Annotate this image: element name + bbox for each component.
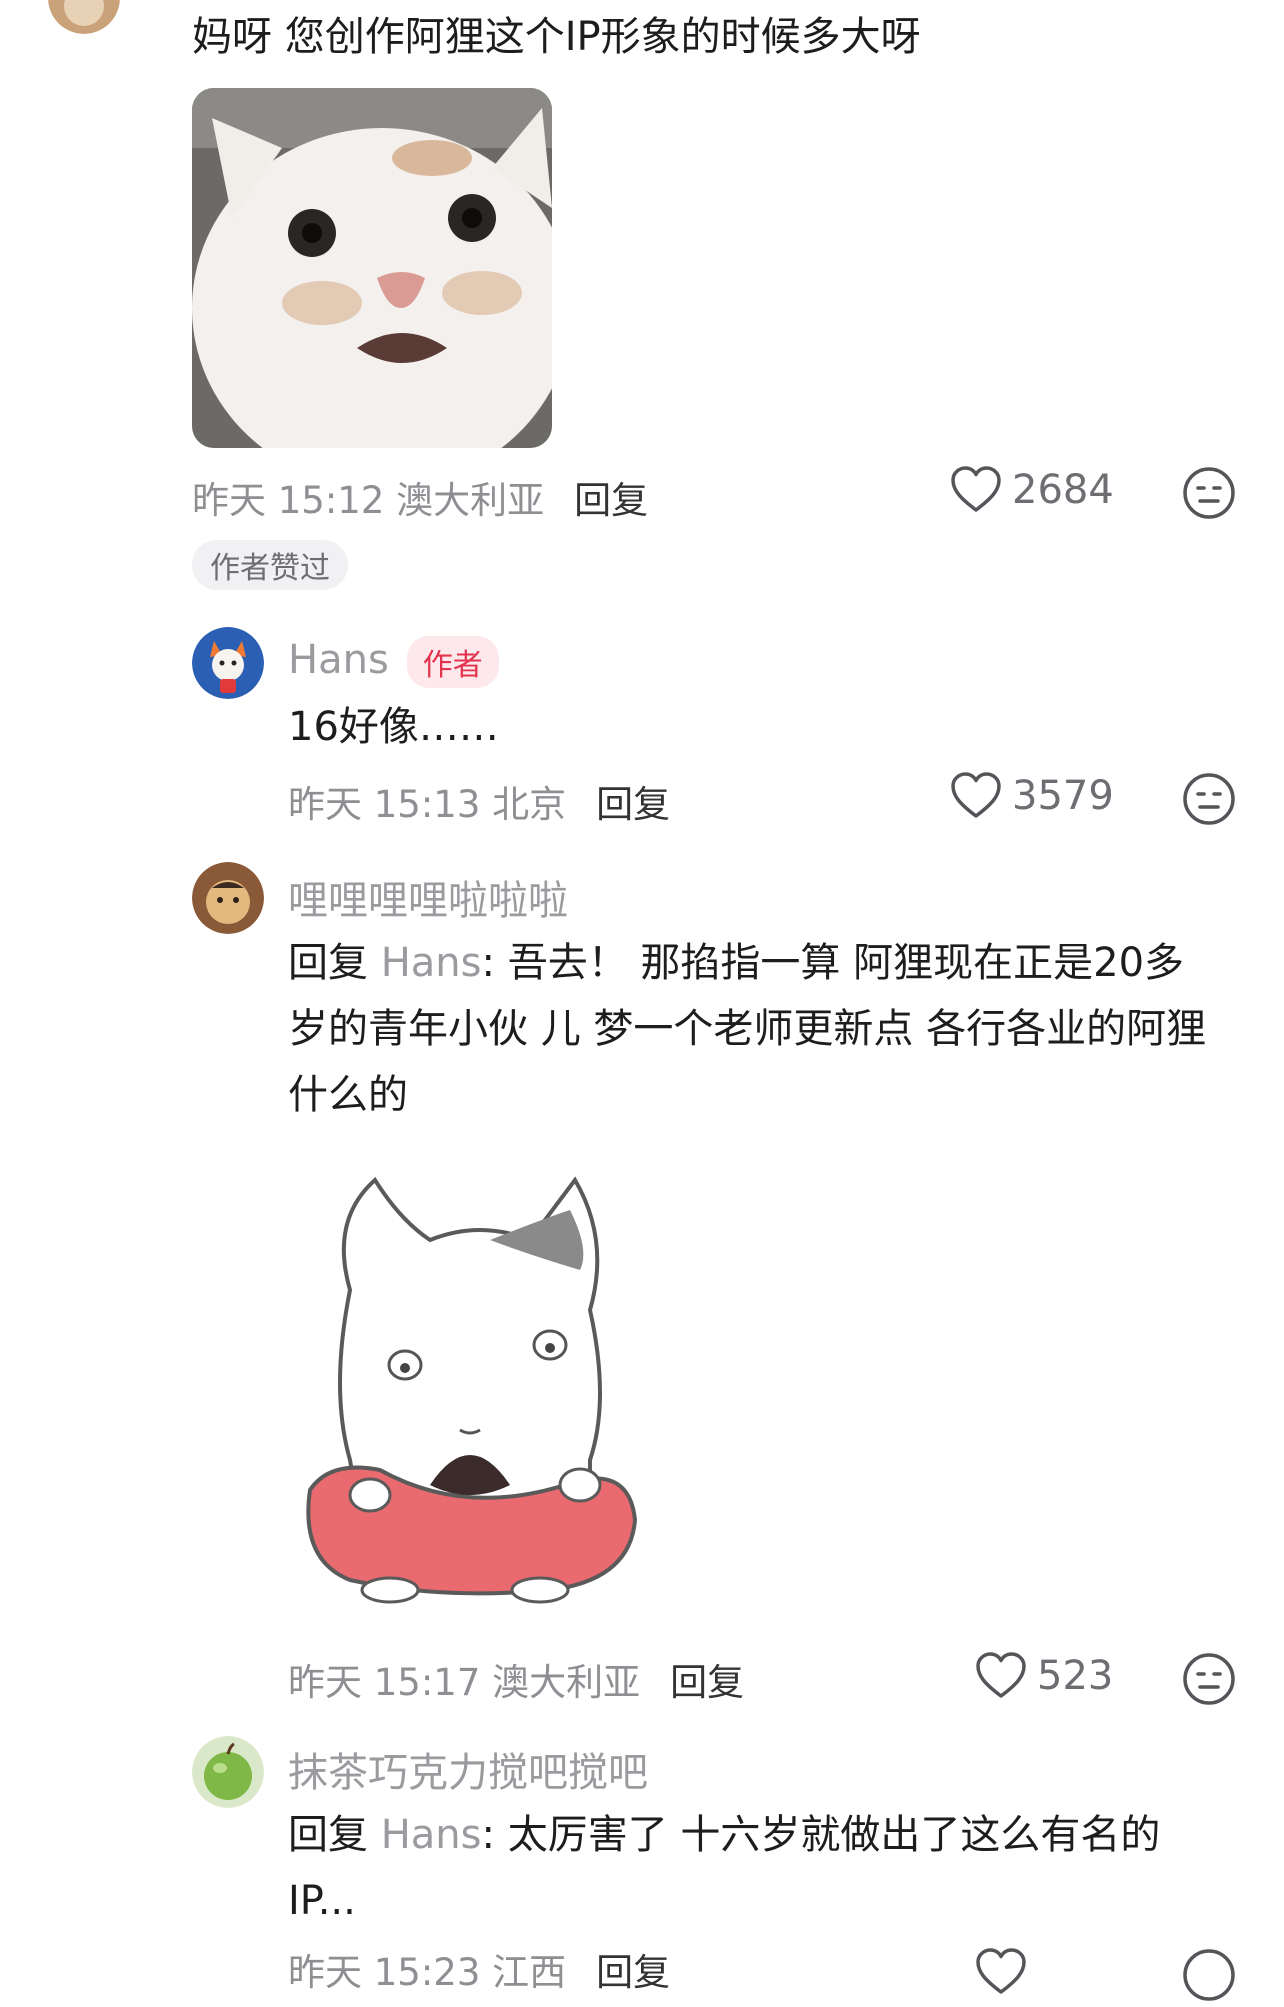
comment-meta: 昨天 15:17 澳大利亚 回复 xyxy=(288,1652,744,1706)
comment-line-3: 什么的 xyxy=(288,1072,408,1118)
like-count: 523 xyxy=(1037,1653,1114,1699)
comment-time-location: 昨天 15:17 澳大利亚 xyxy=(288,1661,641,1704)
reply-button[interactable]: 回复 xyxy=(596,783,670,826)
comment-line-2: 岁的青年小伙 儿 梦一个老师更新点 各行各业的阿狸 xyxy=(288,1006,1207,1052)
neutral-face-icon xyxy=(1183,1653,1235,1705)
like-count: 3579 xyxy=(1012,773,1114,819)
comment-image-cat[interactable] xyxy=(192,88,552,448)
avatar[interactable] xyxy=(192,862,264,934)
dislike-button[interactable] xyxy=(1182,1948,1236,2002)
comment-meta: 昨天 15:23 江西 回复 xyxy=(288,1942,670,1996)
like-button[interactable] xyxy=(975,1948,1037,1996)
like-count: 2684 xyxy=(1012,467,1114,513)
author-tag: 作者 xyxy=(406,636,499,688)
dislike-button[interactable] xyxy=(1182,466,1236,520)
comment-time-location: 昨天 15:23 江西 xyxy=(288,1951,567,1994)
like-button[interactable]: 3579 xyxy=(950,772,1114,820)
heart-outline-icon xyxy=(951,466,1001,512)
comment-time-location: 昨天 15:12 澳大利亚 xyxy=(192,479,545,522)
comment-meta: 昨天 15:12 澳大利亚 回复 xyxy=(192,470,648,524)
neutral-face-icon xyxy=(1183,1949,1235,2001)
commenter-name-text: Hans xyxy=(288,637,389,683)
comment-text: 16好像…… xyxy=(288,704,499,750)
commenter-name[interactable]: 哩哩哩哩啦啦啦 xyxy=(288,868,568,926)
comment-line-1: 回复 Hans: 太厉害了 十六岁就做出了这么有名的 xyxy=(288,1802,1248,1868)
neutral-face-icon xyxy=(1183,467,1235,519)
comment-text: 回复 Hans: 吾去！ 那掐指一算 阿狸现在正是20多 岁的青年小伙 儿 梦一… xyxy=(288,930,1248,1128)
avatar[interactable] xyxy=(192,627,264,699)
dislike-button[interactable] xyxy=(1182,772,1236,826)
mention-link[interactable]: Hans xyxy=(381,940,482,986)
comment-text: 回复 Hans: 太厉害了 十六岁就做出了这么有名的 IP... xyxy=(288,1802,1248,1934)
commenter-name[interactable]: Hans 作者 xyxy=(288,636,499,688)
reply-prefix: 回复 xyxy=(288,940,368,986)
author-liked-badge: 作者赞过 xyxy=(192,540,348,590)
comment-line-1: 回复 Hans: 吾去！ 那掐指一算 阿狸现在正是20多 xyxy=(288,930,1248,996)
comment-text: 妈呀 您创作阿狸这个IP形象的时候多大呀 xyxy=(192,14,921,60)
heart-outline-icon xyxy=(976,1652,1026,1698)
comment-meta: 昨天 15:13 北京 回复 xyxy=(288,774,670,828)
comment-text-part: : 吾去！ 那掐指一算 阿狸现在正是20多 xyxy=(481,940,1185,986)
avatar[interactable] xyxy=(48,0,120,34)
comment-text-part: : 太厉害了 十六岁就做出了这么有名的 xyxy=(481,1812,1161,1858)
avatar[interactable] xyxy=(192,1736,264,1808)
like-button[interactable]: 2684 xyxy=(950,466,1114,514)
dislike-button[interactable] xyxy=(1182,1652,1236,1706)
comment-time-location: 昨天 15:13 北京 xyxy=(288,783,567,826)
comment-line-2: IP... xyxy=(288,1878,356,1924)
commenter-name[interactable]: 抹茶巧克力搅吧搅吧 xyxy=(288,1740,648,1798)
neutral-face-icon xyxy=(1183,773,1235,825)
reply-button[interactable]: 回复 xyxy=(670,1661,744,1704)
reply-button[interactable]: 回复 xyxy=(574,479,648,522)
mention-link[interactable]: Hans xyxy=(381,1812,482,1858)
like-button[interactable]: 523 xyxy=(975,1652,1113,1700)
reply-prefix: 回复 xyxy=(288,1812,368,1858)
comment-image-cartoon-cat[interactable] xyxy=(290,1160,650,1630)
heart-outline-icon xyxy=(951,772,1001,818)
heart-outline-icon xyxy=(976,1948,1026,1994)
reply-button[interactable]: 回复 xyxy=(596,1951,670,1994)
